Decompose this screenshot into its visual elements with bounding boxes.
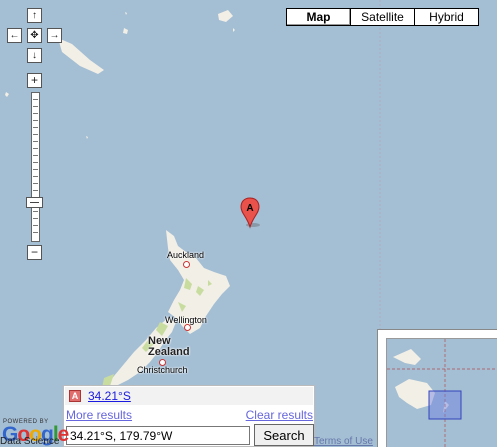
map-type-control: Map Satellite Hybrid xyxy=(286,8,479,26)
city-dot-auckland xyxy=(183,261,190,268)
clear-results-link[interactable]: Clear results xyxy=(246,408,313,422)
search-panel: A 34.21°S More results Clear results Sea… xyxy=(63,385,315,447)
pan-right-button[interactable]: → xyxy=(47,28,62,43)
city-label-christchurch: Christchurch xyxy=(137,365,188,375)
zoom-in-button[interactable]: + xyxy=(27,73,42,88)
location-marker[interactable]: A xyxy=(239,197,261,229)
map-type-hybrid-button[interactable]: Hybrid xyxy=(414,8,479,26)
search-input[interactable] xyxy=(66,426,250,445)
result-link[interactable]: 34.21°S xyxy=(88,389,131,403)
city-dot-wellington xyxy=(184,324,191,331)
pan-down-button[interactable]: ↓ xyxy=(27,48,42,63)
data-credit: Data Science xyxy=(0,436,60,447)
terms-of-use-link[interactable]: Terms of Use xyxy=(314,436,373,447)
pan-left-button[interactable]: ← xyxy=(7,28,22,43)
map-type-satellite-button[interactable]: Satellite xyxy=(350,8,415,26)
overview-map[interactable] xyxy=(377,329,497,447)
zoom-slider-handle[interactable] xyxy=(26,197,43,208)
map-type-map-button[interactable]: Map xyxy=(286,8,351,26)
country-label-line2: Zealand xyxy=(148,346,190,358)
city-label-auckland: Auckland xyxy=(167,250,205,260)
search-result-row: A 34.21°S xyxy=(65,387,313,405)
overview-map-view[interactable] xyxy=(386,338,497,447)
zoom-out-button[interactable]: − xyxy=(27,245,42,260)
search-button[interactable]: Search xyxy=(254,424,314,446)
map-canvas[interactable]: ↑ ← ✥ → ↓ + − Map Satellite Hybrid Auckl… xyxy=(0,0,497,447)
country-label-new-zealand: New Zealand xyxy=(148,336,190,358)
pan-up-button[interactable]: ↑ xyxy=(27,8,42,23)
pan-center-button[interactable]: ✥ xyxy=(27,28,42,43)
overview-terrain xyxy=(387,339,497,447)
marker-pin-icon: A xyxy=(240,197,260,229)
overview-viewport-box xyxy=(428,390,462,420)
result-badge: A xyxy=(69,390,81,402)
marker-letter: A xyxy=(246,203,253,214)
zoom-slider-track[interactable] xyxy=(31,92,40,242)
more-results-link[interactable]: More results xyxy=(66,408,132,422)
city-dot-christchurch xyxy=(159,359,166,366)
